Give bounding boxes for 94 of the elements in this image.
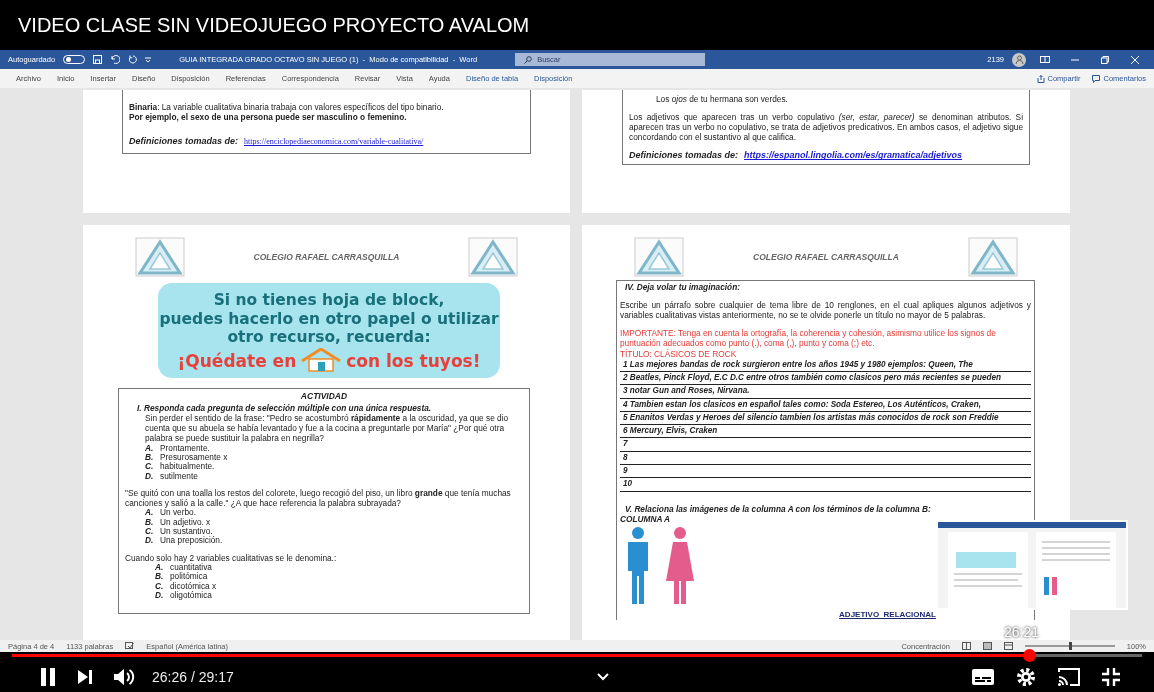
- term-label: ADJETIVO RELACIONAL: [839, 609, 936, 620]
- option-letter: A.: [145, 443, 153, 453]
- option-text: politómica: [170, 572, 208, 582]
- section-heading: V. Relaciona las imágenes de la columna A con los términos de la columna B:: [624, 503, 932, 514]
- paragraph: Binaria: La variable cualitativa binaria trabaja con valores específicos del tipo binario.: [129, 102, 445, 113]
- restore-icon[interactable]: [1101, 55, 1109, 64]
- preview-time: 26:21: [1004, 624, 1040, 640]
- paragraph: Los adjetivos que aparecen tras un verbo copulativo (ser, estar, parecer) se denominan atributos. Si aparecen tras un verbo no copulativo, se trata de adjetivos predicativos. En ambos casos, el adjetivo sigue concordando con el sustantivo al que califica.: [629, 112, 1023, 143]
- school-logo-icon: [468, 237, 518, 277]
- next-icon[interactable]: [78, 670, 92, 684]
- important-note: IMPORTANTE: Tenga en cuenta la ortografía, la coherencia y cohesión, asimismo utilice los signos de puntuación adecuados como punto (.), coma (,), punto y coma (;) etc.: [620, 328, 997, 349]
- house-icon: [300, 347, 343, 372]
- minimize-icon[interactable]: [1071, 58, 1079, 61]
- question-text: "Se quitó con una toalla los restos del colorete, luego recogió del piso, un libro grande que tenía muchas canciones y salió a la calle." ¿A que hace referencia la palabra subrayada?: [125, 488, 512, 509]
- option-letter: C.: [155, 581, 163, 592]
- option-letter: B.: [145, 517, 153, 528]
- school-name: COLEGIO RAFAEL CARRASQUILLA: [753, 251, 899, 263]
- column-label: COLUMNA A: [619, 513, 672, 524]
- option-text: Un verbo.: [160, 508, 196, 518]
- option-letter: D.: [145, 471, 153, 482]
- option-text: Una preposición.: [160, 536, 223, 546]
- volume-icon[interactable]: [114, 668, 136, 686]
- subtitles-icon[interactable]: [972, 669, 994, 685]
- paragraph: Por ejemplo, el sexo de una persona puede ser masculino o femenino.: [129, 112, 408, 123]
- ribbon-display-icon[interactable]: [1040, 56, 1050, 63]
- exit-fullscreen-icon[interactable]: [1102, 668, 1120, 686]
- cast-icon[interactable]: [1058, 668, 1080, 686]
- school-logo-icon: [135, 237, 185, 277]
- option-letter: C.: [145, 527, 153, 537]
- option-letter: A.: [155, 562, 163, 573]
- source-label: Definiciones tomadas de:: [129, 136, 239, 148]
- search-icon: [524, 55, 533, 64]
- instructions-text: Escribe un párrafo sobre cualquier de tema libre de 10 renglones, en el cual apliques algunos adjetivos y variables cualitativas vistas anteriormente, no se te olvide ponerle un título no mayor de 5 palabras.: [620, 300, 1031, 321]
- example-sentence: Los ojos de tu hermana son verdes.: [655, 94, 789, 105]
- school-name: COLEGIO RAFAEL CARRASQUILLA: [253, 251, 400, 263]
- essay-line: 3 notar Gun and Roses, Nirvana.: [620, 385, 1031, 399]
- section-heading: I. Responda cada pregunta de selección múltiple con una única respuesta.: [136, 403, 433, 414]
- option-text: Un adjetivo. x: [160, 517, 211, 528]
- source-link[interactable]: https://enciclopediaeconomica.com/variable-cualitativa/: [244, 137, 424, 147]
- save-icon[interactable]: [93, 55, 103, 64]
- essay-line: 2 Beatles, Pinck Floyd, E.C D.C entre otros también como clasicos pero más recientes se pueden: [620, 371, 1031, 386]
- school-logo-icon: [968, 237, 1018, 277]
- slogan-text: con los tuyos!: [346, 351, 481, 372]
- essay-line: 6 Mercury, Elvis, Craken: [620, 425, 1031, 439]
- option-text: Prontamente.: [160, 443, 210, 453]
- banner-text: puedes hacerlo en otro papel o utilizar: [159, 309, 499, 329]
- essay-title: TÍTULO: CLÁSICOS DE ROCK: [620, 348, 738, 359]
- essay-line: 5 Enanitos Verdas y Heroes del silencio tambien los artistas más conocidos de rock son Freddie: [620, 411, 1031, 426]
- question-text: Cuando solo hay 2 variables cualitativas se le denomina.:: [125, 552, 338, 563]
- option-letter: D.: [155, 591, 163, 601]
- option-letter: D.: [145, 536, 153, 546]
- essay-line: 1 Las mejores bandas de rock surgieron entre los años 1945 y 1980 ejemplos: Queen, The: [620, 358, 1031, 372]
- essay-line: 9: [620, 465, 1031, 479]
- chevron-down-icon[interactable]: [596, 673, 609, 681]
- read-mode-icon[interactable]: [961, 642, 971, 650]
- option-text: Presurosamente x: [160, 452, 228, 462]
- print-layout-icon[interactable]: [982, 642, 992, 650]
- pause-icon[interactable]: [40, 668, 56, 686]
- section-heading: IV. Deja volar tu imaginación:: [624, 282, 741, 293]
- close-icon[interactable]: [1131, 55, 1139, 64]
- source-label: Definiciones tomadas de:: [629, 150, 739, 162]
- video-title: VIDEO CLASE SIN VIDEOJUEGO PROYECTO AVALOM: [17, 12, 531, 38]
- option-text: cuantitativa: [170, 562, 212, 572]
- essay-line: 8: [620, 451, 1031, 466]
- option-text: habitualmente.: [160, 462, 215, 472]
- essay-line: 10: [620, 478, 1031, 492]
- essay-line: 7: [620, 438, 1031, 452]
- option-letter: B.: [155, 572, 163, 582]
- web-layout-icon[interactable]: [1003, 642, 1013, 650]
- option-text: sutilmente: [160, 471, 198, 482]
- source-link[interactable]: https://espanol.lingolia.com/es/gramatica/adjetivos: [744, 150, 963, 162]
- settings-icon[interactable]: [1016, 667, 1036, 687]
- option-letter: C.: [145, 462, 153, 472]
- playback-time: 26:26 / 29:17: [152, 669, 234, 685]
- question-text: Sin perder el sentido de la frase: "Pedro se acostumbró rápidamente a la oscuridad, ya que se dio cuenta que su abuela se había levantado y fue a la cocina a preguntarle por María" ¿Por qué otra palabra se puede sustituir la palabra en negrilla?: [144, 413, 510, 444]
- comment-icon: [1092, 74, 1101, 83]
- redo-icon[interactable]: [128, 55, 138, 64]
- option-text: oligotómica: [170, 591, 212, 601]
- progress-bar[interactable]: [12, 649, 1142, 662]
- share-icon: [1036, 74, 1045, 83]
- option-letter: A.: [145, 508, 153, 518]
- option-text: dicotómica x: [170, 581, 217, 591]
- essay-line: 4 Tambien estan los clasicos en español tales como: Soda Estereo, Los Auténticos, Craken,: [620, 398, 1031, 412]
- option-letter: B.: [145, 452, 153, 463]
- customize-caret-icon[interactable]: [145, 56, 152, 63]
- activity-title: ACTIVIDAD: [299, 390, 349, 402]
- option-text: Un sustantivo.: [160, 527, 213, 537]
- school-logo-icon: [634, 237, 684, 277]
- user-avatar[interactable]: [1012, 52, 1026, 67]
- banner-text: Si no tienes hoja de block,: [213, 291, 445, 310]
- proofing-icon[interactable]: [125, 642, 135, 650]
- undo-icon[interactable]: [110, 55, 121, 64]
- slogan-text: ¡Quédate en: [177, 351, 297, 372]
- banner-text: otro recurso, recuerda:: [227, 328, 431, 347]
